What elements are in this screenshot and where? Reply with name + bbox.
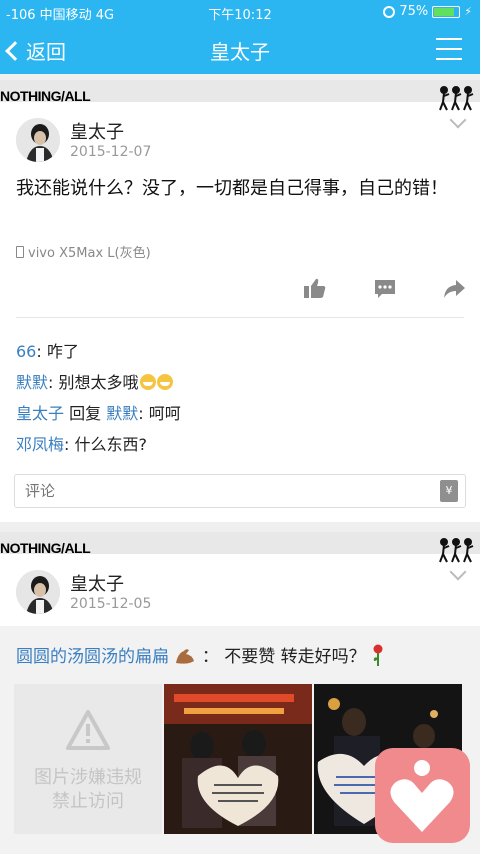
battery-icon (432, 5, 461, 18)
comment-text: 什么东西? (74, 435, 148, 454)
avatar[interactable] (16, 118, 60, 162)
share-icon[interactable] (443, 279, 465, 299)
chevron-down-icon[interactable] (449, 111, 467, 129)
comment-user[interactable]: 皇太子 (16, 404, 64, 423)
post-text: 我还能说什么？没了，一切都是自己得事，自己的错！ (16, 178, 448, 199)
status-bar: -106 中国移动 4G 下午10:12 75% ⚡ (0, 0, 480, 24)
comment-input[interactable] (14, 474, 466, 508)
charging-icon: ⚡ (464, 5, 472, 18)
comment-sep: : (36, 342, 47, 361)
rose-emoji-icon (373, 644, 383, 666)
comment-sep: : (64, 435, 75, 454)
grin-emoji-icon (156, 374, 173, 390)
comment-user[interactable]: 邓凤梅 (16, 435, 64, 454)
divider (16, 317, 464, 318)
post-username[interactable]: 皇太子 (70, 570, 124, 596)
shared-user[interactable]: 圆圆的汤圆汤的扁扁 (16, 647, 169, 667)
page-title: 皇太子 (210, 40, 270, 64)
stickmen-icon (439, 86, 474, 111)
post-card: NOTHING/ALL 皇太子 2015-12-07 我还能说什么？没了，一切都… (0, 80, 480, 522)
warning-icon (66, 710, 110, 750)
comment-item: 默默: 别想太多哦 (16, 369, 173, 393)
post-date: 2015-12-07 (70, 144, 152, 160)
photo-thumbnail[interactable] (164, 684, 312, 834)
post-username[interactable]: 皇太子 (70, 118, 124, 144)
comment-user[interactable]: 默默 (16, 373, 48, 392)
blocked-notice: 图片涉嫌违规 禁止访问 (14, 766, 162, 814)
device-label: vivo X5Max L(灰色) (28, 246, 151, 261)
shared-text: ： 不要赞 转走好吗？ (201, 647, 366, 667)
post-device: vivo X5Max L(灰色) (16, 242, 151, 261)
reply-word: 回复 (64, 404, 107, 423)
like-icon[interactable] (304, 278, 326, 298)
comment-text: 咋了 (46, 342, 79, 361)
banner-text: NOTHING/ALL (0, 540, 91, 556)
blocked-image[interactable]: 图片涉嫌违规 禁止访问 (14, 684, 162, 834)
post-banner: NOTHING/ALL (0, 80, 480, 104)
comment-text: 别想太多哦 (58, 373, 139, 392)
chevron-down-icon[interactable] (449, 563, 467, 581)
rotation-lock-icon (383, 5, 396, 18)
comment-sep: : (48, 373, 59, 392)
muscle-emoji-icon (176, 649, 195, 664)
menu-button[interactable] (436, 38, 462, 60)
gift-icon[interactable]: ¥ (440, 480, 458, 502)
reply-to-user[interactable]: 默默 (106, 404, 138, 423)
comment-icon[interactable] (374, 279, 396, 299)
comment-item: 66: 咋了 (16, 338, 79, 362)
grin-emoji-icon (139, 374, 156, 390)
shared-post-title: 圆圆的汤圆汤的扁扁 ： 不要赞 转走好吗？ (16, 642, 385, 667)
battery-percent: 75% (399, 4, 429, 19)
comment-user[interactable]: 66 (16, 342, 36, 361)
comment-sep: : (138, 404, 149, 423)
heart-person-icon (390, 760, 454, 832)
status-right: 75% ⚡ (383, 4, 472, 19)
favorite-fab-button[interactable] (375, 748, 470, 843)
blocked-line-2: 禁止访问 (52, 791, 124, 812)
comment-item: 邓凤梅: 什么东西? (16, 431, 147, 455)
avatar[interactable] (16, 570, 60, 614)
comment-item: 皇太子 回复 默默: 呵呵 (16, 400, 181, 424)
blocked-line-1: 图片涉嫌违规 (34, 767, 142, 788)
banner-text: NOTHING/ALL (0, 88, 91, 104)
post-banner: NOTHING/ALL (0, 532, 480, 556)
phone-icon (16, 245, 24, 258)
nav-bar: 返回 皇太子 (0, 24, 480, 74)
post-date: 2015-12-05 (70, 596, 152, 612)
stickmen-icon (439, 538, 474, 563)
comment-text: 呵呵 (148, 404, 181, 423)
